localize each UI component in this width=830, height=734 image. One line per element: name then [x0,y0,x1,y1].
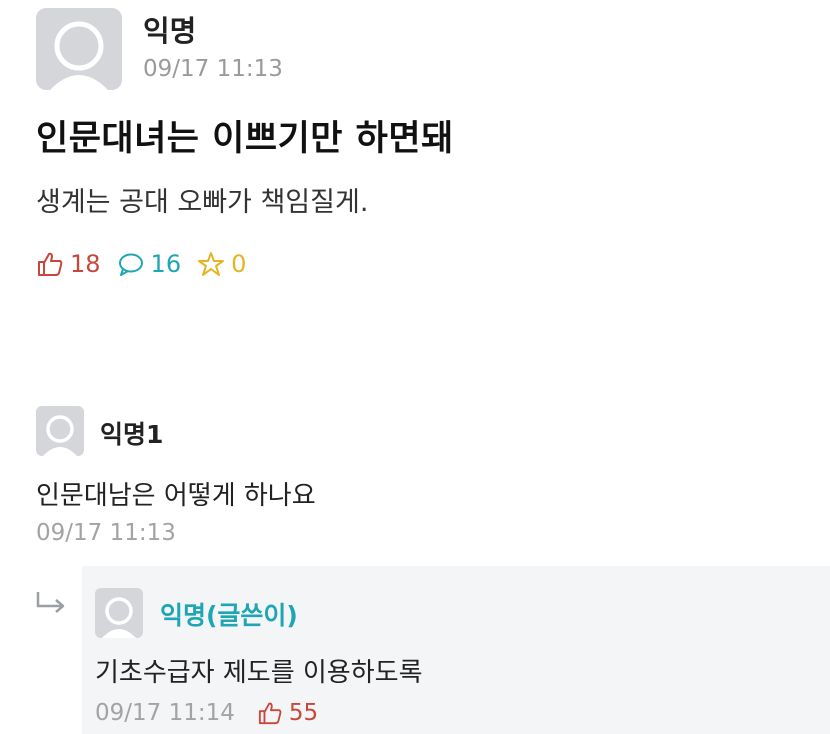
reply-like-count[interactable]: 55 [257,700,318,726]
thumbs-up-icon [258,702,282,725]
comment-timestamp: 09/17 11:13 [36,520,176,546]
reply-avatar [95,588,143,638]
like-count-value: 18 [70,250,101,278]
comment-avatar [36,406,84,456]
default-avatar-icon [50,21,108,90]
comment-count-value: 16 [150,250,182,278]
reply-body: 기초수급자 제도를 이용하도록 [95,658,423,688]
reply-arrow-icon [36,592,65,613]
reply-meta: 09/17 11:14 55 [95,700,318,726]
reply-timestamp: 09/17 11:14 [95,700,235,726]
post-author-avatar [36,8,122,90]
star-icon [198,252,225,276]
post-author-name: 익명 [143,14,197,48]
comment-author-name: 익명1 [100,420,164,449]
scrap-count-value: 0 [231,250,247,278]
scrap-count[interactable]: 0 [197,250,246,278]
comment-body: 인문대남은 어떻게 하나요 [36,481,316,511]
post-body: 생계는 공대 오빠가 책임질게. [36,187,369,218]
like-count[interactable]: 18 [36,250,101,278]
reply-like-count-value: 55 [288,700,319,726]
reply-author-name: 익명(글쓴이) [160,601,298,630]
post-timestamp: 09/17 11:13 [143,56,283,82]
comment-count[interactable]: 16 [117,250,182,278]
thumbs-up-icon [38,252,63,276]
default-avatar-icon [102,597,136,638]
default-avatar-icon [43,415,77,456]
post-stats: 18 16 0 [36,250,262,278]
post-title: 인문대녀는 이쁘기만 하면돼 [36,119,454,159]
speech-bubble-icon [118,253,143,276]
